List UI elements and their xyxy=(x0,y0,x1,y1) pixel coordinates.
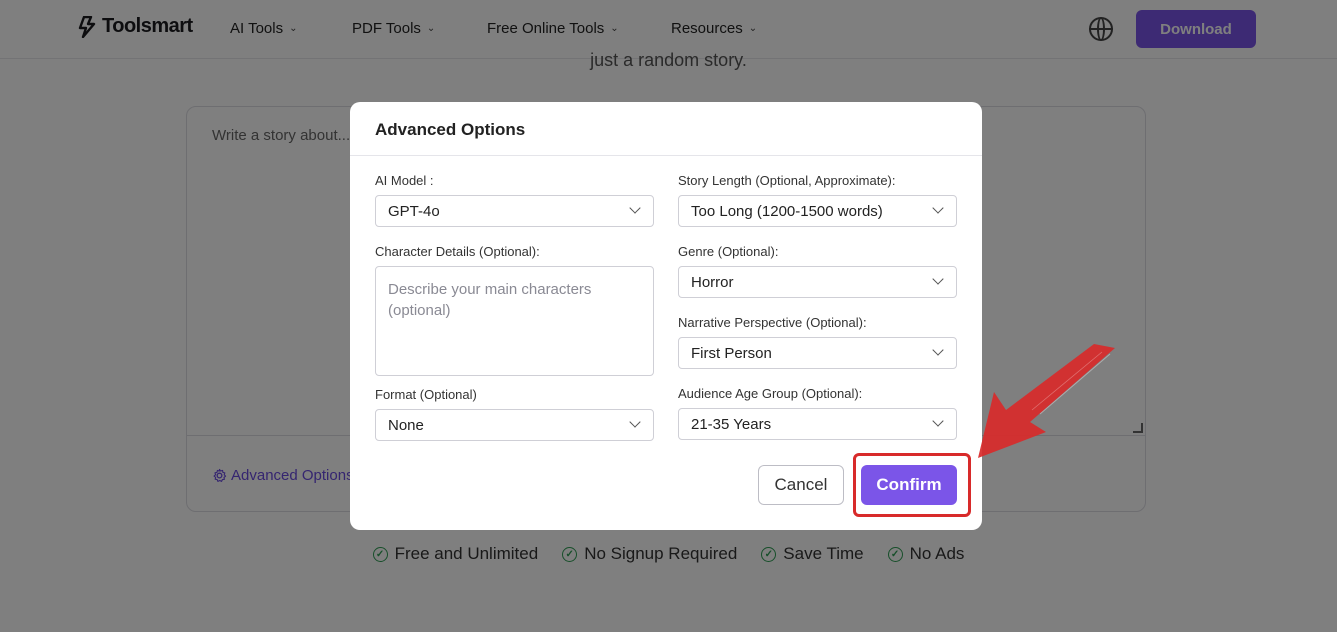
character-details-label: Character Details (Optional): xyxy=(375,244,540,259)
character-details-textarea[interactable]: Describe your main characters (optional) xyxy=(375,266,654,376)
chevron-down-icon xyxy=(629,202,641,214)
format-label: Format (Optional) xyxy=(375,387,477,402)
genre-value: Horror xyxy=(691,273,734,291)
story-length-label: Story Length (Optional, Approximate): xyxy=(678,173,896,188)
chevron-down-icon xyxy=(932,273,944,285)
genre-label: Genre (Optional): xyxy=(678,244,779,259)
story-length-select[interactable]: Too Long (1200-1500 words) xyxy=(678,195,957,227)
divider xyxy=(350,155,982,156)
narrative-perspective-value: First Person xyxy=(691,344,772,362)
audience-age-label: Audience Age Group (Optional): xyxy=(678,386,863,401)
ai-model-value: GPT-4o xyxy=(388,202,440,220)
advanced-options-modal: Advanced Options AI Model : GPT-4o Story… xyxy=(350,102,982,530)
chevron-down-icon xyxy=(932,202,944,214)
annotation-arrow-icon xyxy=(978,344,1115,458)
annotation-highlight-box xyxy=(853,453,971,517)
chevron-down-icon xyxy=(932,344,944,356)
format-select[interactable]: None xyxy=(375,409,654,441)
narrative-perspective-label: Narrative Perspective (Optional): xyxy=(678,315,867,330)
audience-age-select[interactable]: 21-35 Years xyxy=(678,408,957,440)
ai-model-select[interactable]: GPT-4o xyxy=(375,195,654,227)
chevron-down-icon xyxy=(932,415,944,427)
ai-model-label: AI Model : xyxy=(375,173,434,188)
audience-age-value: 21-35 Years xyxy=(691,415,772,433)
cancel-button[interactable]: Cancel xyxy=(758,465,844,505)
story-length-value: Too Long (1200-1500 words) xyxy=(691,202,883,220)
genre-select[interactable]: Horror xyxy=(678,266,957,298)
chevron-down-icon xyxy=(629,416,641,428)
narrative-perspective-select[interactable]: First Person xyxy=(678,337,957,369)
format-value: None xyxy=(388,416,424,434)
modal-title: Advanced Options xyxy=(375,120,526,139)
